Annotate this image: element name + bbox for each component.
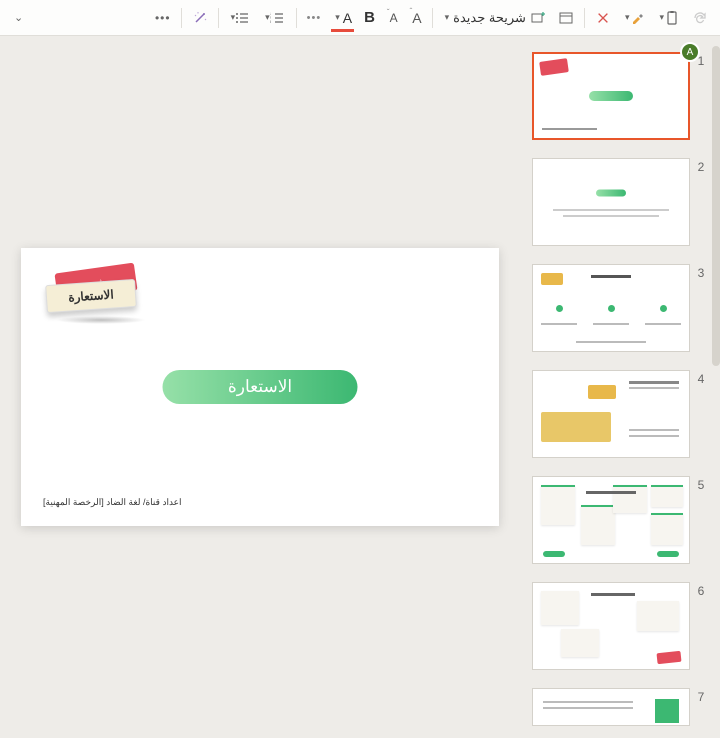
font-color-button[interactable]: A ▾ xyxy=(329,4,356,32)
chevron-down-icon: ▾ xyxy=(335,12,340,23)
layout-icon xyxy=(558,10,574,26)
clipboard-icon xyxy=(664,10,680,26)
more-options-button[interactable]: ••• xyxy=(151,4,175,32)
designer-button[interactable] xyxy=(188,4,212,32)
bullet-list-button[interactable]: ▾ xyxy=(225,4,256,32)
new-slide-label: شريحة جديدة xyxy=(449,10,530,26)
thumbnail-number: 6 xyxy=(694,582,708,598)
thumbnail-slide-3[interactable] xyxy=(532,264,690,352)
more-font-button[interactable]: ••• xyxy=(303,4,326,32)
chevron-down-icon: ▾ xyxy=(625,12,630,23)
chevron-down-icon: ▾ xyxy=(265,12,270,23)
redo-button[interactable] xyxy=(688,4,712,32)
thumbnail-row: 4 xyxy=(524,370,708,458)
current-slide[interactable]: شرح الاستعارة الاستعارة اعداد قناة/ لغة … xyxy=(21,248,499,526)
x-icon xyxy=(595,10,611,26)
number-list-icon: 123 xyxy=(270,10,286,26)
thumbnail-slide-1[interactable] xyxy=(532,52,690,140)
layout-button[interactable] xyxy=(554,4,578,32)
credit-text: اعداد قناة/ لغة الضاد [الرخصة المهنية] xyxy=(43,497,182,508)
separator xyxy=(218,8,219,28)
thumbnail-row: 5 xyxy=(524,476,708,564)
number-list-button[interactable]: 123 ▾ xyxy=(259,4,290,32)
font-color-label: A xyxy=(343,10,352,26)
chevron-down-icon: ▾ xyxy=(231,12,236,23)
color-swatch xyxy=(331,29,354,32)
thumbnail-slide-2[interactable] xyxy=(532,158,690,246)
ellipsis-icon: ••• xyxy=(155,11,171,25)
collapse-ribbon-button[interactable]: ⌄ xyxy=(8,4,27,32)
font-grow-label: A xyxy=(412,10,421,26)
title-pill: الاستعارة xyxy=(163,370,358,404)
scrollbar-track[interactable] xyxy=(712,46,720,738)
author-initial: A xyxy=(687,47,694,58)
paste-button[interactable]: ▾ xyxy=(653,4,684,32)
thumbnail-row: 7 xyxy=(524,688,708,726)
delete-button[interactable] xyxy=(591,4,615,32)
thumbnail-panel: 1 A 2 3 xyxy=(520,36,720,738)
decorative-tag: شرح الاستعارة xyxy=(41,268,141,313)
thumbnail-row: 6 xyxy=(524,582,708,670)
format-painter-button[interactable]: ▾ xyxy=(619,4,650,32)
chevron-down-icon: ▾ xyxy=(659,12,664,23)
thumbnail-number: 2 xyxy=(694,158,708,174)
separator xyxy=(432,8,433,28)
new-slide-icon xyxy=(530,10,546,26)
brush-icon xyxy=(629,10,645,26)
tag-shadow xyxy=(56,316,146,324)
slide-editor[interactable]: شرح الاستعارة الاستعارة اعداد قناة/ لغة … xyxy=(0,36,520,738)
font-shrink-label: A xyxy=(390,11,398,25)
toolbar: ▾ ▾ شريحة جديدة ▾ A ˆ A ˇ B A ▾ xyxy=(0,0,720,36)
thumbnail-slide-7[interactable] xyxy=(532,688,690,726)
thumbnail-slide-6[interactable] xyxy=(532,582,690,670)
separator xyxy=(296,8,297,28)
font-shrink-button[interactable]: A ˇ xyxy=(383,4,402,32)
thumbnail-number: 4 xyxy=(694,370,708,386)
author-badge: A xyxy=(680,42,700,62)
thumbnail-row: 1 A xyxy=(524,52,708,140)
thumbnail-number: 7 xyxy=(694,688,708,704)
chevron-down-icon: ▾ xyxy=(445,12,450,23)
bold-label: B xyxy=(364,9,375,26)
wand-icon xyxy=(192,10,208,26)
thumbnail-row: 2 xyxy=(524,158,708,246)
title-text: الاستعارة xyxy=(228,377,292,397)
bold-button[interactable]: B xyxy=(360,4,379,32)
tag-front-label: الاستعارة xyxy=(45,279,137,313)
font-grow-button[interactable]: A ˆ xyxy=(406,4,426,32)
chevron-down-icon: ⌄ xyxy=(14,11,23,24)
ellipsis-icon: ••• xyxy=(307,12,322,24)
thumbnail-slide-5[interactable] xyxy=(532,476,690,564)
separator xyxy=(584,8,585,28)
separator xyxy=(181,8,182,28)
thumbnail-number: 5 xyxy=(694,476,708,492)
scrollbar-thumb[interactable] xyxy=(712,46,720,366)
new-slide-button[interactable]: شريحة جديدة ▾ xyxy=(439,4,550,32)
thumbnail-row: 3 xyxy=(524,264,708,352)
redo-icon xyxy=(692,10,708,26)
thumbnail-number: 3 xyxy=(694,264,708,280)
thumbnail-slide-4[interactable] xyxy=(532,370,690,458)
bullet-list-icon xyxy=(235,10,251,26)
